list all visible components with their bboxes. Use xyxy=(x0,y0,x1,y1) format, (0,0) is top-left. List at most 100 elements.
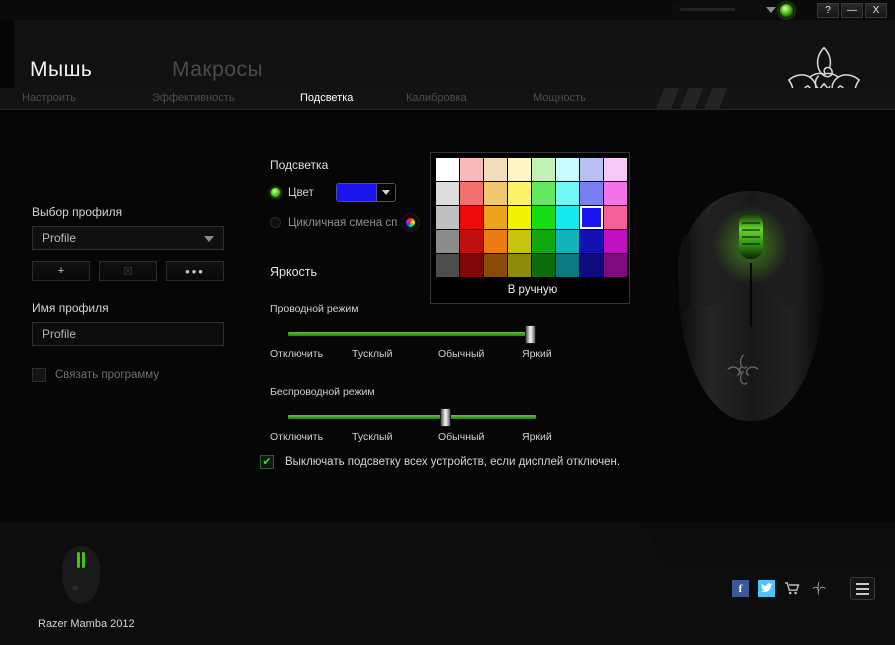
link-program-row[interactable]: Связать программу xyxy=(32,368,232,382)
chevron-down-icon xyxy=(204,236,214,242)
close-button[interactable]: X xyxy=(865,2,887,18)
color-swatch[interactable] xyxy=(604,206,627,229)
sub-tab-calibration[interactable]: Калибровка xyxy=(406,92,467,104)
color-swatch[interactable] xyxy=(532,182,555,205)
radio-cycle-icon[interactable] xyxy=(270,217,281,228)
color-swatch[interactable] xyxy=(532,230,555,253)
color-swatch[interactable] xyxy=(436,206,459,229)
wireless-slider-thumb[interactable] xyxy=(439,408,451,427)
display-off-row[interactable]: ✔ Выключать подсветку всех устройств, ес… xyxy=(260,455,620,469)
lighting-section: Подсветка Цвет Цикличная смена сп xyxy=(270,158,421,232)
color-swatch[interactable] xyxy=(436,182,459,205)
lighting-cycle-option-row[interactable]: Цикличная смена сп xyxy=(270,213,421,232)
color-swatch[interactable] xyxy=(556,254,579,277)
menu-line-1 xyxy=(856,582,869,585)
radio-color-label: Цвет xyxy=(288,186,314,199)
wireless-slider-ticks: Отключить Тусклый Обычный Яркий xyxy=(270,431,552,445)
menu-line-3 xyxy=(856,592,869,595)
color-swatch[interactable] xyxy=(484,206,507,229)
device-name-label: Razer Mamba 2012 xyxy=(38,618,135,630)
color-swatch[interactable] xyxy=(508,230,531,253)
color-swatch[interactable] xyxy=(556,206,579,229)
cart-icon[interactable] xyxy=(784,580,801,597)
header-bar: Мышь Макросы xyxy=(0,20,895,117)
tick-dim: Тусклый xyxy=(352,431,393,443)
hamburger-menu-button[interactable] xyxy=(850,577,875,600)
selected-color-swatch xyxy=(336,184,376,201)
profile-name-input[interactable]: Profile xyxy=(32,322,224,346)
shopping-cart-glyph xyxy=(785,582,800,595)
color-swatch[interactable] xyxy=(484,158,507,181)
brightness-section: Яркость Проводной режим Отключить Тусклы… xyxy=(270,265,552,445)
facebook-icon[interactable]: f xyxy=(732,580,749,597)
twitter-bird-glyph xyxy=(760,583,773,593)
display-off-checkbox[interactable]: ✔ xyxy=(260,455,274,469)
lighting-color-option-row[interactable]: Цвет xyxy=(270,183,420,202)
profile-panel: Выбор профиля Profile + ☒ ••• Имя профил… xyxy=(32,205,232,382)
add-profile-button[interactable]: + xyxy=(32,261,90,281)
color-swatch[interactable] xyxy=(604,254,627,277)
main-tab-macros[interactable]: Макросы xyxy=(172,58,263,82)
minimize-button[interactable]: — xyxy=(841,2,863,18)
sub-tab-power[interactable]: Мощность xyxy=(533,92,586,104)
color-swatch[interactable] xyxy=(508,182,531,205)
color-swatch[interactable] xyxy=(508,158,531,181)
radio-cycle-label: Цикличная смена сп xyxy=(288,216,398,229)
color-swatch[interactable] xyxy=(556,230,579,253)
color-swatch[interactable] xyxy=(604,158,627,181)
color-swatch[interactable] xyxy=(460,182,483,205)
color-swatch[interactable] xyxy=(604,182,627,205)
chevron-down-icon[interactable] xyxy=(766,7,776,13)
sub-tab-performance[interactable]: Эффективность xyxy=(152,92,235,104)
wired-slider-track[interactable] xyxy=(288,332,536,336)
footer-bar: Razer Mamba 2012 f xyxy=(0,522,895,645)
device-thumbnail-icon[interactable] xyxy=(55,544,107,606)
link-program-checkbox[interactable] xyxy=(32,368,46,382)
radio-color-icon[interactable] xyxy=(270,187,281,198)
color-swatch[interactable] xyxy=(484,230,507,253)
delete-profile-button[interactable]: ☒ xyxy=(99,261,157,281)
wireless-slider-track[interactable] xyxy=(288,415,536,419)
menu-line-2 xyxy=(856,587,869,590)
more-options-button[interactable]: ••• xyxy=(166,261,224,281)
color-swatch[interactable] xyxy=(580,158,603,181)
window-controls: ? — X xyxy=(815,2,887,18)
color-swatch[interactable] xyxy=(532,158,555,181)
wireless-brightness-slider[interactable] xyxy=(270,406,536,428)
wireless-mode-label: Беспроводной режим xyxy=(270,386,375,398)
profile-select-label: Выбор профиля xyxy=(32,205,123,219)
color-wheel-icon[interactable] xyxy=(401,213,421,232)
color-swatch[interactable] xyxy=(460,230,483,253)
help-button[interactable]: ? xyxy=(817,2,839,18)
color-swatch[interactable] xyxy=(460,206,483,229)
color-swatch[interactable] xyxy=(580,254,603,277)
main-tab-mouse[interactable]: Мышь xyxy=(30,58,92,82)
sub-tab-lighting[interactable]: Подсветка xyxy=(300,92,353,104)
twitter-icon[interactable] xyxy=(758,580,775,597)
display-off-label: Выключать подсветку всех устройств, если… xyxy=(285,456,621,468)
color-swatch[interactable] xyxy=(436,158,459,181)
color-dropdown[interactable] xyxy=(335,183,396,202)
color-swatch[interactable] xyxy=(580,182,603,205)
sub-tab-configure[interactable]: Настроить xyxy=(22,92,76,104)
color-swatch[interactable] xyxy=(460,158,483,181)
color-swatch[interactable] xyxy=(436,230,459,253)
wired-slider-ticks: Отключить Тусклый Обычный Яркий xyxy=(270,348,552,362)
color-swatch[interactable] xyxy=(604,230,627,253)
wired-brightness-slider[interactable] xyxy=(270,323,536,345)
profile-name-label: Имя профиля xyxy=(32,301,109,315)
wired-slider-thumb[interactable] xyxy=(525,325,536,344)
profile-select-dropdown[interactable]: Profile xyxy=(32,226,224,250)
profile-action-buttons: + ☒ ••• xyxy=(32,261,232,281)
color-swatch[interactable] xyxy=(508,206,531,229)
color-swatch[interactable] xyxy=(532,206,555,229)
razer-logo-icon[interactable] xyxy=(810,580,827,597)
header-left-notch xyxy=(0,20,14,88)
color-swatch[interactable] xyxy=(556,158,579,181)
color-swatch[interactable] xyxy=(580,206,603,229)
chevron-down-icon[interactable] xyxy=(375,184,395,201)
color-swatch[interactable] xyxy=(556,182,579,205)
color-swatch[interactable] xyxy=(580,230,603,253)
sub-tab-bar: Настроить Эффективность Подсветка Калибр… xyxy=(0,88,895,110)
color-swatch[interactable] xyxy=(484,182,507,205)
